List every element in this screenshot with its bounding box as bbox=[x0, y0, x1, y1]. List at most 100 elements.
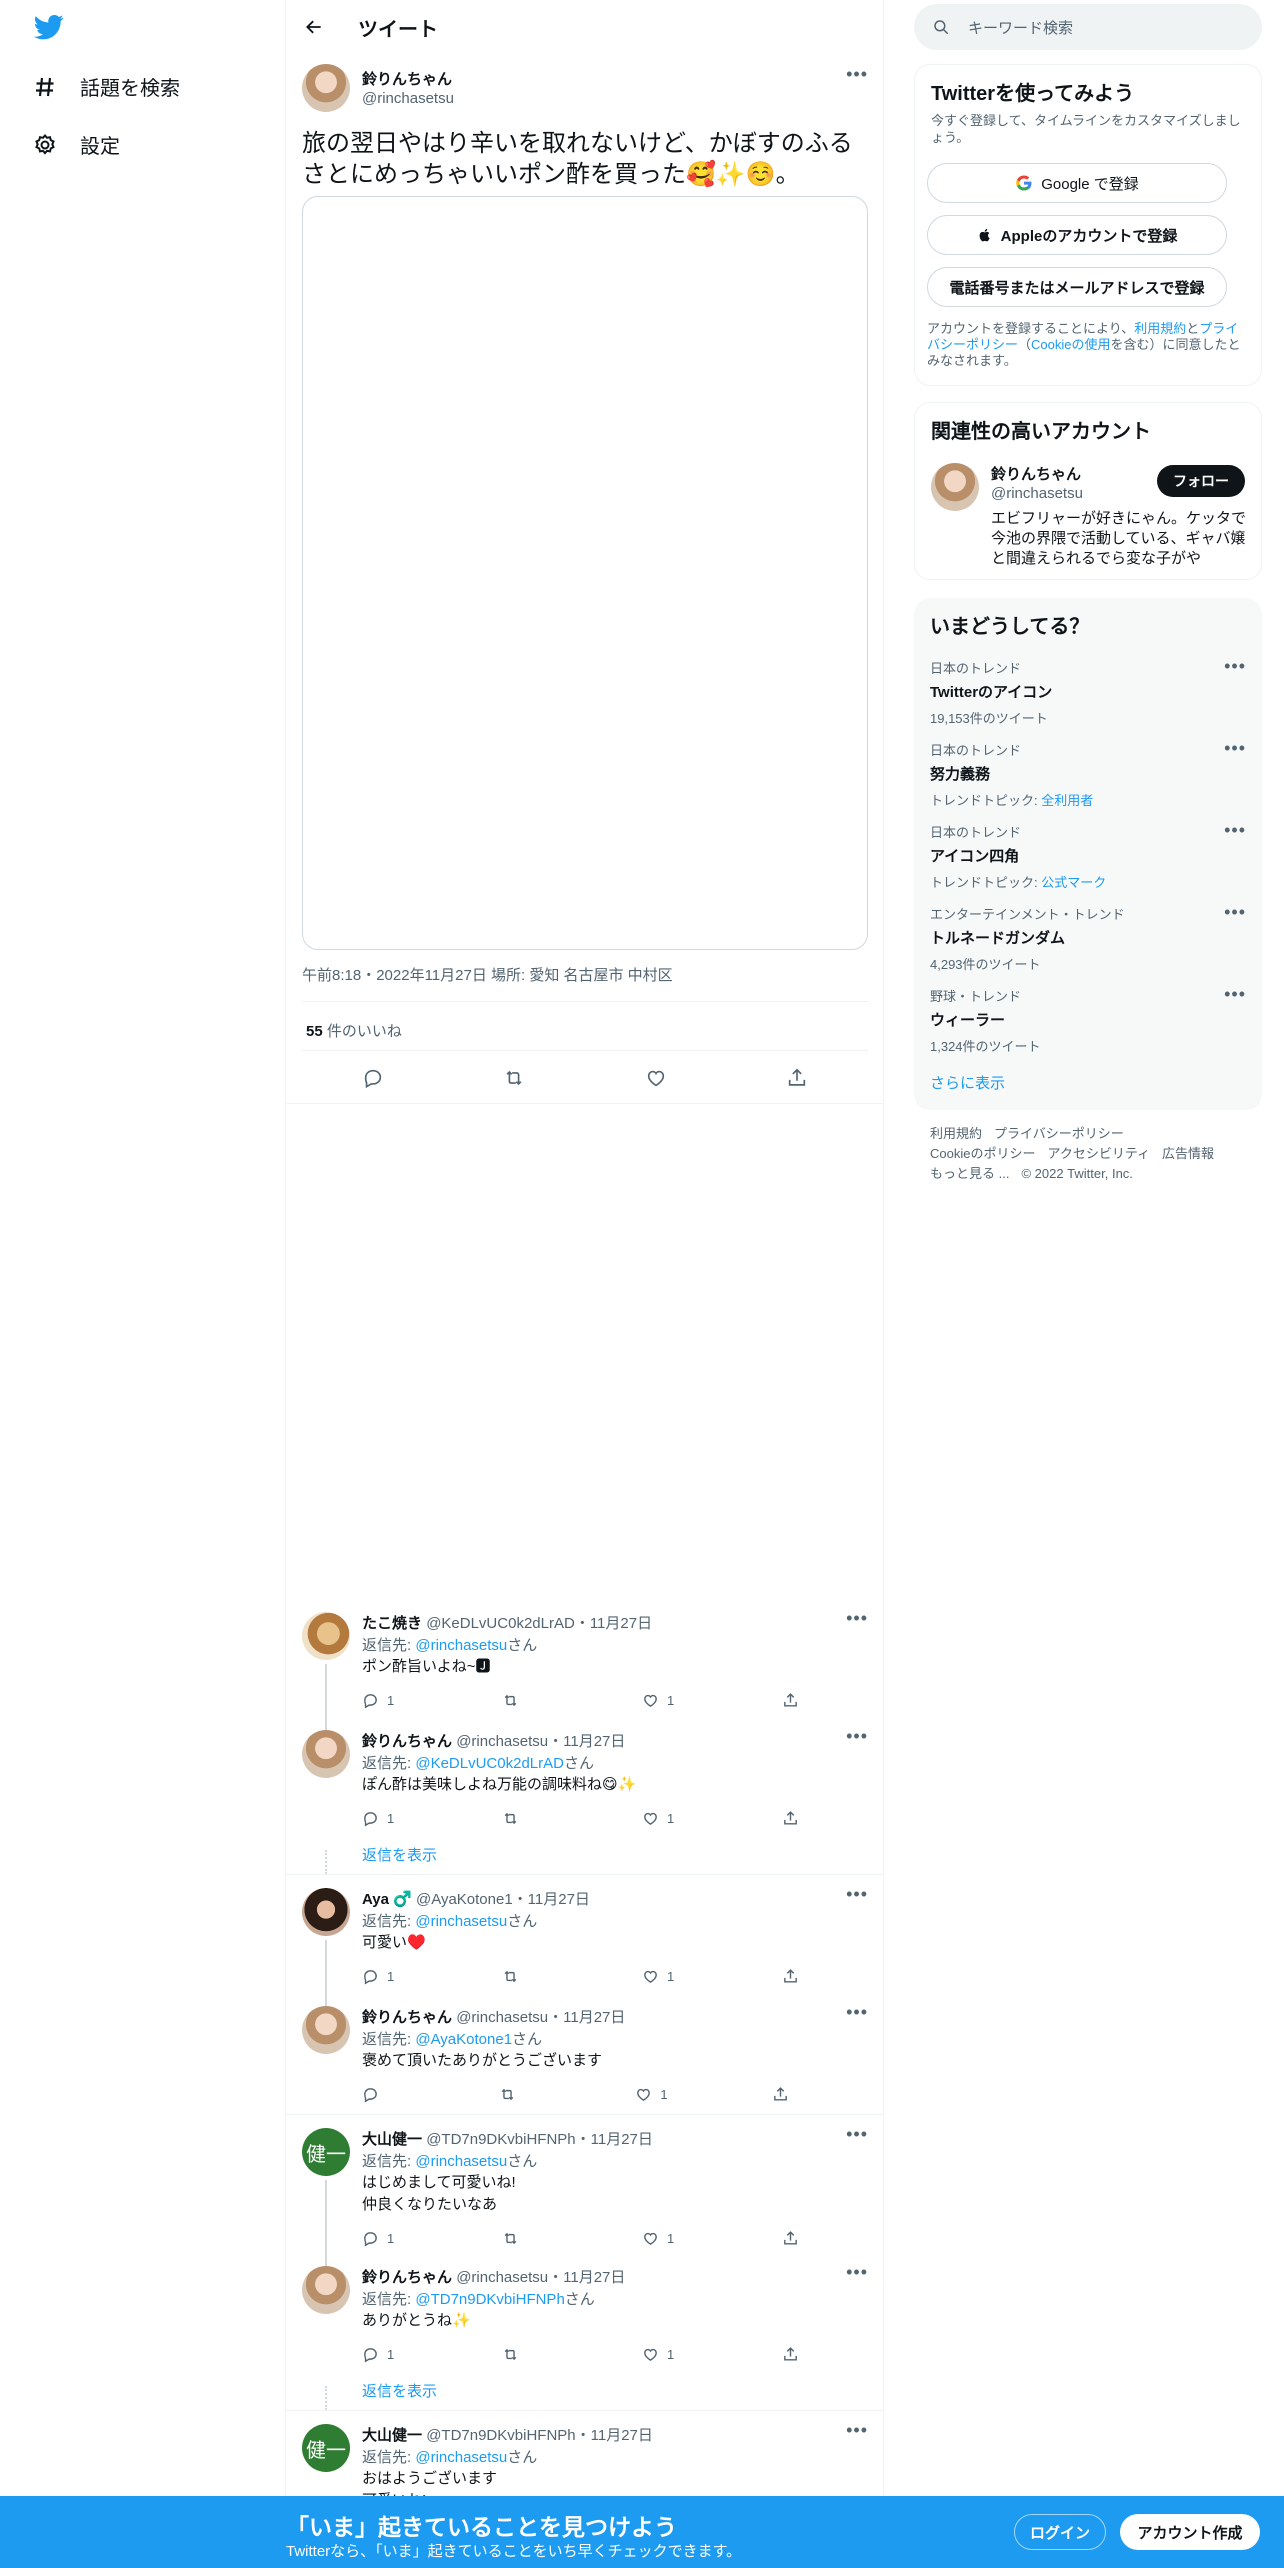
avatar[interactable] bbox=[302, 2006, 350, 2054]
share-button[interactable] bbox=[772, 2084, 792, 2104]
reply-tweet[interactable]: Aya ♂️ @AyaKotone1・11月27日 ••• 返信先: @rinc… bbox=[286, 1884, 884, 2008]
footer-link[interactable]: アクセシビリティ bbox=[1047, 1146, 1150, 1161]
reply-name[interactable]: 鈴りんちゃん bbox=[362, 2009, 452, 2026]
reply-name[interactable]: たこ焼き bbox=[362, 1615, 422, 1632]
retweet-button[interactable] bbox=[502, 2228, 552, 2248]
reply-date[interactable]: ・11月27日 bbox=[548, 2009, 625, 2026]
twitter-bird-icon[interactable] bbox=[32, 12, 70, 46]
retweet-button[interactable] bbox=[502, 1808, 552, 1828]
apple-signup-button[interactable]: Appleのアカウントで登録 bbox=[927, 215, 1227, 255]
reply-button[interactable]: 1 bbox=[362, 1966, 412, 1986]
reply-tweet[interactable]: 鈴りんちゃん @rinchasetsu・11月27日 ••• 返信先: @TD7… bbox=[286, 2262, 884, 2412]
reply-to-mention[interactable]: @KeDLvUC0k2dLrAD bbox=[415, 1755, 564, 1772]
create-account-button[interactable]: アカウント作成 bbox=[1120, 2514, 1260, 2550]
reply-date[interactable]: ・11月27日 bbox=[548, 2269, 625, 2286]
more-options-icon[interactable]: ••• bbox=[1224, 738, 1246, 759]
nav-explore[interactable]: 話題を検索 bbox=[32, 72, 180, 101]
footer-link[interactable]: もっと見る ... bbox=[930, 1166, 1009, 1181]
follow-button[interactable]: フォロー bbox=[1157, 465, 1245, 497]
reply-handle[interactable]: @TD7n9DKvbiHFNPh bbox=[426, 2427, 575, 2444]
author-handle[interactable]: @rinchasetsu bbox=[362, 90, 454, 107]
reply-name[interactable]: 鈴りんちゃん bbox=[362, 1733, 452, 1750]
trend-item[interactable]: エンターテインメント・トレンド トルネードガンダム 4,293件のツイート ••… bbox=[930, 902, 1246, 973]
more-options-icon[interactable]: ••• bbox=[846, 1884, 868, 1905]
reply-to-mention[interactable]: @rinchasetsu bbox=[415, 1913, 507, 1930]
reply-button[interactable]: 1 bbox=[362, 2344, 412, 2364]
terms-link[interactable]: 利用規約 bbox=[1134, 321, 1186, 336]
more-options-icon[interactable]: ••• bbox=[846, 2424, 868, 2441]
more-options-icon[interactable]: ••• bbox=[846, 1726, 868, 1747]
search-bar[interactable]: キーワード検索 bbox=[914, 4, 1262, 50]
avatar[interactable] bbox=[302, 2266, 350, 2314]
more-options-icon[interactable]: ••• bbox=[1224, 902, 1246, 923]
google-signup-button[interactable]: Google で登録 bbox=[927, 163, 1227, 203]
like-button[interactable]: 1 bbox=[642, 2228, 692, 2248]
related-handle[interactable]: @rinchasetsu bbox=[991, 485, 1083, 502]
reply-date[interactable]: ・11月27日 bbox=[575, 1615, 652, 1632]
phone-email-signup-button[interactable]: 電話番号またはメールアドレスで登録 bbox=[927, 267, 1227, 307]
retweet-button[interactable] bbox=[502, 1966, 552, 1986]
trend-item[interactable]: 日本のトレンド 努力義務 トレンドトピック: 全利用者 ••• bbox=[930, 738, 1246, 809]
login-button[interactable]: ログイン bbox=[1014, 2514, 1106, 2550]
more-options-icon[interactable]: ••• bbox=[846, 2124, 868, 2145]
like-button[interactable]: 1 bbox=[642, 1808, 692, 1828]
like-button[interactable]: 1 bbox=[642, 1966, 692, 1986]
more-options-icon[interactable]: ••• bbox=[846, 2262, 868, 2283]
reply-tweet[interactable]: 健一 大山健一 @TD7n9DKvbiHFNPh・11月27日 ••• 返信先:… bbox=[286, 2424, 884, 2496]
cookie-link[interactable]: Cookieの使用 bbox=[1031, 337, 1110, 352]
reply-date[interactable]: ・11月27日 bbox=[576, 2427, 653, 2444]
reply-name[interactable]: Aya ♂️ bbox=[362, 1891, 412, 1908]
reply-name[interactable]: 大山健一 bbox=[362, 2427, 422, 2444]
like-button[interactable]: 1 bbox=[642, 2344, 692, 2364]
share-button[interactable] bbox=[782, 1966, 802, 1986]
reply-to-mention[interactable]: @TD7n9DKvbiHFNPh bbox=[415, 2291, 564, 2308]
reply-handle[interactable]: @rinchasetsu bbox=[456, 2009, 548, 2026]
reply-name[interactable]: 鈴りんちゃん bbox=[362, 2269, 452, 2286]
trend-item[interactable]: 野球・トレンド ウィーラー 1,324件のツイート ••• bbox=[930, 984, 1246, 1055]
reply-to-mention[interactable]: @rinchasetsu bbox=[415, 2449, 507, 2466]
reply-tweet[interactable]: 鈴りんちゃん @rinchasetsu・11月27日 ••• 返信先: @KeD… bbox=[286, 1726, 884, 1876]
avatar[interactable]: 健一 bbox=[302, 2424, 350, 2472]
back-button[interactable] bbox=[300, 13, 328, 41]
retweet-button[interactable] bbox=[502, 2344, 552, 2364]
trend-item[interactable]: 日本のトレンド アイコン四角 トレンドトピック: 公式マーク ••• bbox=[930, 820, 1246, 891]
reply-to-mention[interactable]: @rinchasetsu bbox=[415, 2153, 507, 2170]
nav-settings[interactable]: 設定 bbox=[32, 130, 120, 159]
like-icon[interactable] bbox=[645, 1067, 667, 1094]
reply-handle[interactable]: @rinchasetsu bbox=[456, 2269, 548, 2286]
more-options-icon[interactable]: ••• bbox=[1224, 820, 1246, 841]
tweet-media[interactable] bbox=[302, 196, 868, 950]
reply-date[interactable]: ・11月27日 bbox=[513, 1891, 590, 1908]
reply-button[interactable]: 1 bbox=[362, 2228, 412, 2248]
more-options-icon[interactable]: ••• bbox=[846, 2002, 868, 2023]
trend-topic-link[interactable]: 公式マーク bbox=[1041, 875, 1106, 890]
trend-topic-link[interactable]: 全利用者 bbox=[1041, 793, 1093, 808]
reply-button[interactable]: 1 bbox=[362, 1690, 412, 1710]
retweet-button[interactable] bbox=[499, 2084, 549, 2104]
reply-tweet[interactable]: 健一 大山健一 @TD7n9DKvbiHFNPh・11月27日 ••• 返信先:… bbox=[286, 2124, 884, 2266]
avatar[interactable] bbox=[302, 1612, 350, 1660]
reply-date[interactable]: ・11月27日 bbox=[576, 2131, 653, 2148]
more-options-icon[interactable]: ••• bbox=[1224, 984, 1246, 1005]
reply-icon[interactable] bbox=[362, 1067, 384, 1094]
more-options-icon[interactable]: ••• bbox=[1224, 656, 1246, 677]
retweet-button[interactable] bbox=[502, 1690, 552, 1710]
share-button[interactable] bbox=[782, 2344, 802, 2364]
reply-date[interactable]: ・11月27日 bbox=[548, 1733, 625, 1750]
avatar[interactable] bbox=[302, 64, 350, 112]
author-name[interactable]: 鈴りんちゃん bbox=[362, 68, 452, 89]
footer-link[interactable]: Cookieのポリシー bbox=[930, 1146, 1035, 1161]
avatar[interactable] bbox=[302, 1888, 350, 1936]
share-button[interactable] bbox=[782, 2228, 802, 2248]
more-options-icon[interactable]: ••• bbox=[846, 1608, 868, 1629]
retweet-icon[interactable] bbox=[503, 1067, 525, 1094]
reply-name[interactable]: 大山健一 bbox=[362, 2131, 422, 2148]
reply-to-mention[interactable]: @rinchasetsu bbox=[415, 1637, 507, 1654]
reply-handle[interactable]: @AyaKotone1 bbox=[416, 1891, 513, 1908]
share-button[interactable] bbox=[782, 1690, 802, 1710]
avatar[interactable]: 健一 bbox=[302, 2128, 350, 2176]
related-name[interactable]: 鈴りんちゃん bbox=[991, 463, 1081, 484]
reply-to-mention[interactable]: @AyaKotone1 bbox=[415, 2031, 512, 2048]
reply-handle[interactable]: @rinchasetsu bbox=[456, 1733, 548, 1750]
reply-tweet[interactable]: 鈴りんちゃん @rinchasetsu・11月27日 ••• 返信先: @Aya… bbox=[286, 2002, 884, 2116]
